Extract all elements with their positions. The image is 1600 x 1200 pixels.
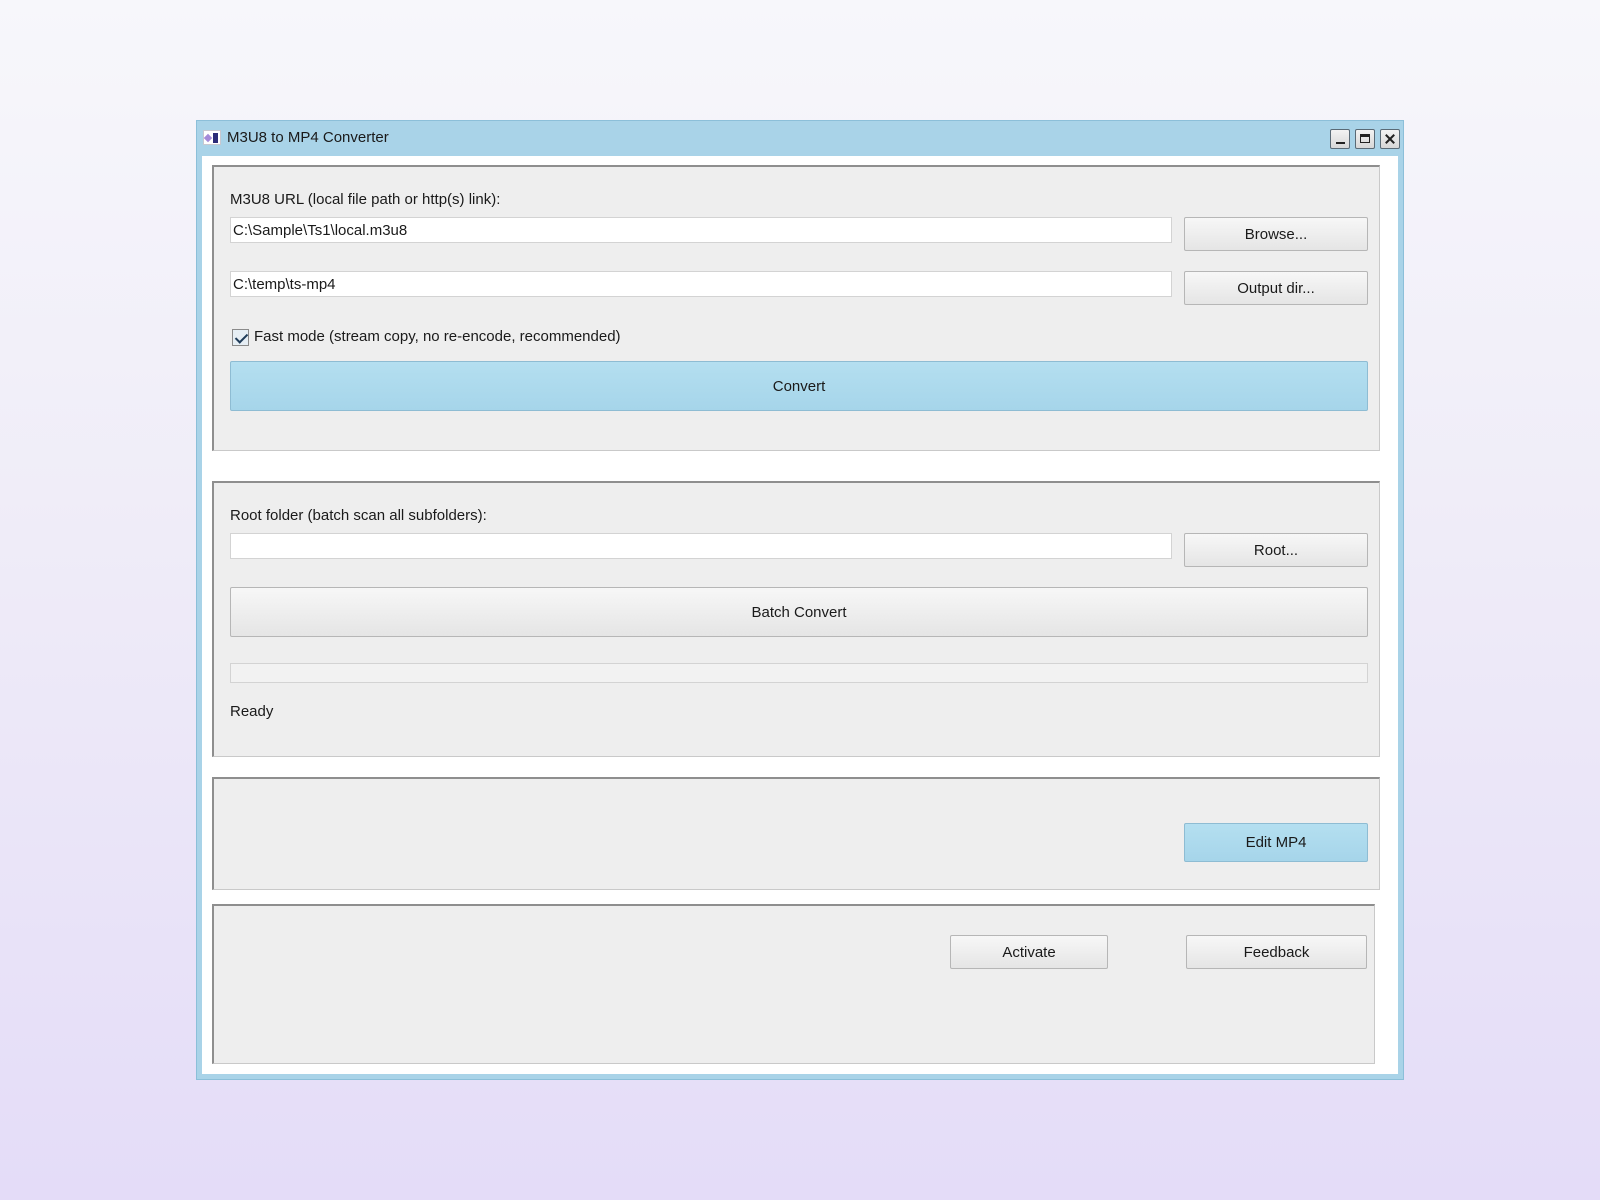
app-icon	[203, 130, 221, 145]
m3u8-url-input[interactable]	[230, 217, 1172, 243]
maximize-button[interactable]	[1355, 129, 1375, 149]
batch-convert-panel: Root folder (batch scan all subfolders):…	[212, 481, 1380, 757]
root-button[interactable]: Root...	[1184, 533, 1368, 567]
browse-button[interactable]: Browse...	[1184, 217, 1368, 251]
minimize-button[interactable]	[1330, 129, 1350, 149]
batch-progress-bar	[230, 663, 1368, 683]
m3u8-url-label: M3U8 URL (local file path or http(s) lin…	[230, 191, 501, 208]
root-folder-input[interactable]	[230, 533, 1172, 559]
minimize-icon	[1336, 142, 1345, 144]
batch-convert-button[interactable]: Batch Convert	[230, 587, 1368, 637]
status-text: Ready	[230, 703, 274, 720]
activate-button[interactable]: Activate	[950, 935, 1108, 969]
fast-mode-label[interactable]: Fast mode (stream copy, no re-encode, re…	[254, 328, 621, 345]
maximize-icon	[1360, 134, 1370, 143]
feedback-button[interactable]: Feedback	[1186, 935, 1367, 969]
output-dir-button[interactable]: Output dir...	[1184, 271, 1368, 305]
output-dir-input[interactable]	[230, 271, 1172, 297]
edit-panel: Edit MP4	[212, 777, 1380, 890]
single-convert-panel: M3U8 URL (local file path or http(s) lin…	[212, 165, 1380, 451]
title-bar[interactable]: M3U8 to MP4 Converter	[197, 121, 1403, 155]
close-button[interactable]	[1380, 129, 1400, 149]
convert-button[interactable]: Convert	[230, 361, 1368, 411]
root-folder-label: Root folder (batch scan all subfolders):	[230, 507, 487, 524]
footer-panel: Activate Feedback	[212, 904, 1375, 1064]
fast-mode-checkbox[interactable]	[232, 329, 249, 346]
window-title: M3U8 to MP4 Converter	[227, 129, 389, 146]
edit-mp4-button[interactable]: Edit MP4	[1184, 823, 1368, 862]
checkmark-icon	[234, 330, 249, 344]
